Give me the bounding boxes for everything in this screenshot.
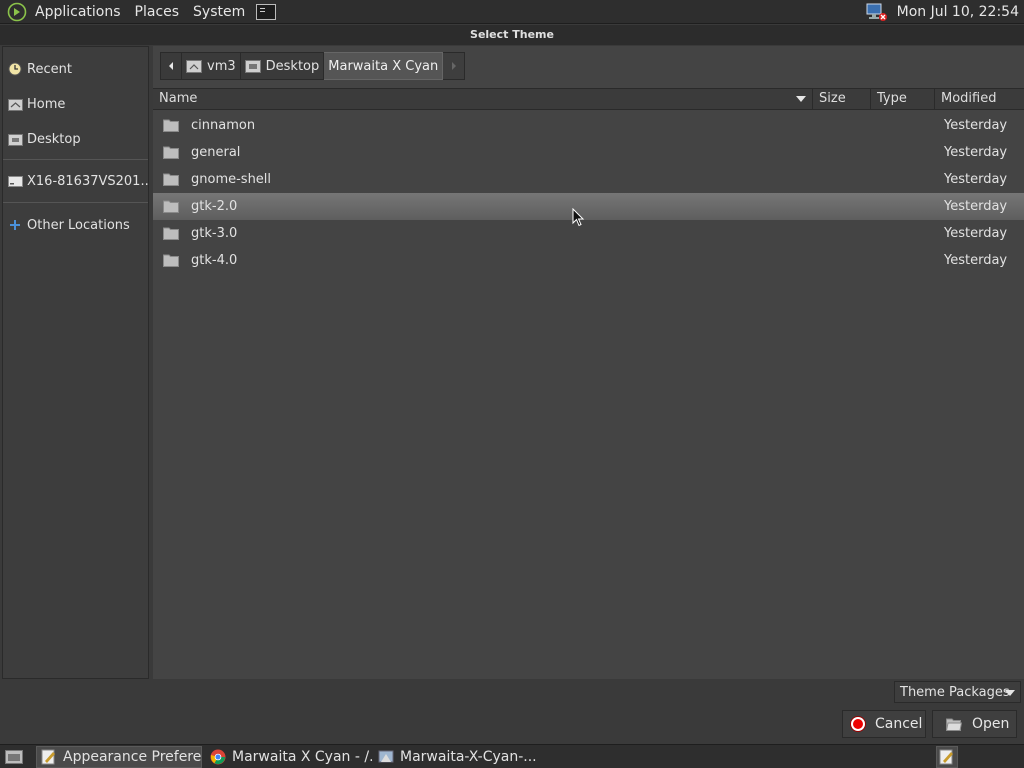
sidebar-item-recent[interactable]: Recent — [3, 54, 148, 84]
path-bar: vm3 Desktop Marwaita X Cyan — [160, 52, 466, 80]
sidebar-item-home[interactable]: Home — [3, 89, 148, 119]
path-forward-button[interactable] — [443, 52, 466, 80]
file-manager-icon — [378, 750, 394, 762]
path-crumb-vm3[interactable]: vm3 — [182, 52, 241, 80]
sidebar-item-label: Recent — [27, 61, 72, 77]
path-crumb-label: Desktop — [265, 58, 320, 74]
applications-menu[interactable]: Applications — [28, 0, 128, 24]
folder-icon — [163, 146, 179, 159]
taskbar-item-label: Marwaita-X-Cyan-... — [400, 748, 537, 765]
file-modified: Yesterday — [944, 199, 1008, 214]
dialog-title: Select Theme — [0, 25, 1024, 45]
path-crumb-label: vm3 — [207, 58, 236, 74]
cancel-button-label: Cancel — [875, 716, 923, 732]
file-row[interactable]: general Yesterday — [153, 139, 1024, 166]
file-name: gtk-4.0 — [191, 253, 238, 268]
system-tray: Mon Jul 10, 22:54 — [865, 0, 1024, 24]
column-size[interactable]: Size — [813, 89, 871, 109]
taskbar-item-appearance[interactable]: Appearance Prefere... — [36, 745, 202, 768]
clock[interactable]: Mon Jul 10, 22:54 — [897, 4, 1024, 20]
path-crumb-current[interactable]: Marwaita X Cyan — [324, 52, 444, 80]
file-modified: Yesterday — [944, 118, 1008, 133]
taskbar-item-chrome[interactable]: Marwaita X Cyan - /... — [206, 746, 372, 768]
open-button[interactable]: Open — [932, 710, 1017, 738]
column-type-label: Type — [877, 91, 907, 106]
taskbar-item-label: Appearance Prefere... — [63, 748, 202, 765]
system-menu[interactable]: System — [186, 0, 252, 24]
file-browser: vm3 Desktop Marwaita X Cyan Name Size Ty… — [153, 46, 1024, 679]
file-row[interactable]: gtk-3.0 Yesterday — [153, 220, 1024, 247]
taskbar: Appearance Prefere... Marwaita X Cyan - … — [0, 744, 1024, 768]
column-modified[interactable]: Modified — [935, 89, 1024, 109]
terminal-launcher-icon[interactable] — [256, 3, 277, 20]
column-name-label: Name — [159, 91, 198, 106]
workspace-switcher-icon[interactable] — [936, 746, 958, 768]
places-sidebar: Recent Home Desktop X16-81637VS201... Ot… — [2, 46, 149, 679]
file-modified: Yesterday — [944, 226, 1008, 241]
open-folder-icon — [946, 718, 962, 731]
column-type[interactable]: Type — [871, 89, 935, 109]
folder-icon — [163, 119, 179, 132]
column-name[interactable]: Name — [153, 89, 813, 109]
path-crumb-label: Marwaita X Cyan — [328, 58, 439, 74]
open-button-label: Open — [972, 716, 1010, 732]
sidebar-item-label: Desktop — [27, 131, 81, 147]
file-modified: Yesterday — [944, 253, 1008, 268]
taskbar-item-file-manager[interactable]: Marwaita-X-Cyan-... — [374, 746, 540, 768]
file-list: cinnamon Yesterday general Yesterday gno… — [153, 112, 1024, 274]
folder-icon — [163, 227, 179, 240]
file-name: gtk-2.0 — [191, 199, 238, 214]
sidebar-item-label: X16-81637VS201... — [27, 173, 148, 189]
chrome-browser-icon — [210, 749, 226, 764]
chevron-right-icon — [451, 62, 456, 70]
file-row[interactable]: cinnamon Yesterday — [153, 112, 1024, 139]
sidebar-divider — [3, 159, 148, 160]
desktop-folder-icon — [244, 60, 261, 73]
file-name: cinnamon — [191, 118, 256, 133]
network-icon[interactable] — [865, 2, 889, 22]
appearance-preferences-icon — [41, 749, 55, 764]
file-modified: Yesterday — [944, 145, 1008, 160]
sidebar-item-label: Home — [27, 96, 66, 112]
column-modified-label: Modified — [941, 91, 997, 106]
file-type-filter-dropdown[interactable]: Theme Packages — [894, 681, 1021, 703]
plus-icon — [7, 217, 23, 233]
cancel-button[interactable]: Cancel — [842, 710, 926, 738]
column-size-label: Size — [819, 91, 846, 106]
recent-icon — [7, 61, 23, 77]
desktop-folder-icon — [7, 131, 23, 147]
filter-selected-label: Theme Packages — [900, 684, 1010, 700]
file-row-selected[interactable]: gtk-2.0 Yesterday — [153, 193, 1024, 220]
places-menu[interactable]: Places — [128, 0, 187, 24]
top-panel: Applications Places System Mon Jul 10, 2… — [0, 0, 1024, 24]
home-icon — [186, 60, 202, 73]
sidebar-item-label: Other Locations — [27, 217, 130, 233]
file-row[interactable]: gnome-shell Yesterday — [153, 166, 1024, 193]
file-name: gtk-3.0 — [191, 226, 238, 241]
sidebar-item-other-locations[interactable]: Other Locations — [3, 210, 148, 240]
column-header: Name Size Type Modified — [153, 88, 1024, 110]
folder-icon — [163, 200, 179, 213]
home-icon — [7, 96, 23, 112]
path-back-button[interactable] — [160, 52, 182, 80]
show-desktop-icon[interactable] — [2, 746, 26, 768]
cancel-icon — [851, 717, 865, 731]
mouse-pointer-icon — [572, 208, 585, 227]
sidebar-item-drive[interactable]: X16-81637VS201... — [3, 166, 148, 196]
drive-icon — [7, 173, 23, 189]
chevron-down-icon — [1005, 690, 1015, 696]
file-name: gnome-shell — [191, 172, 272, 187]
folder-icon — [163, 254, 179, 267]
file-modified: Yesterday — [944, 172, 1008, 187]
sidebar-item-desktop[interactable]: Desktop — [3, 124, 148, 154]
taskbar-item-label: Marwaita X Cyan - /... — [232, 748, 372, 765]
chevron-left-icon — [169, 62, 173, 70]
sort-descending-icon — [796, 96, 806, 102]
folder-icon — [163, 173, 179, 186]
file-row[interactable]: gtk-4.0 Yesterday — [153, 247, 1024, 274]
distro-logo-icon[interactable] — [6, 1, 28, 23]
sidebar-divider — [3, 202, 148, 203]
file-name: general — [191, 145, 241, 160]
path-crumb-desktop[interactable]: Desktop — [240, 52, 325, 80]
